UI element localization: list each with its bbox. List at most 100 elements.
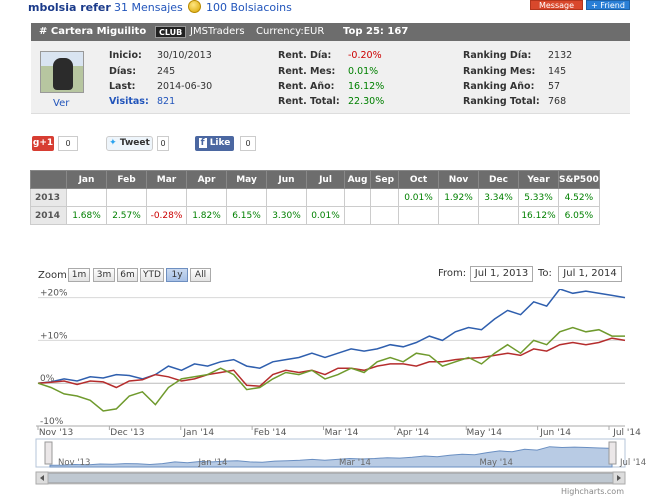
- return-cell: [478, 206, 519, 225]
- info-label: Inicio:: [109, 50, 142, 61]
- scrollbar-thumb: [47, 472, 614, 484]
- return-cell: [146, 188, 187, 207]
- highcharts-credit: Highcharts.com: [561, 487, 624, 496]
- return-value: 22.30%: [348, 96, 385, 107]
- avatar-figure: [53, 58, 73, 90]
- navigator-tick-label: Jul '14: [619, 458, 646, 468]
- return-cell: [226, 188, 267, 207]
- ranking-label: Ranking Día:: [463, 50, 532, 61]
- visits-label[interactable]: Visitas:: [109, 96, 149, 107]
- return-cell: 1.68%: [66, 206, 107, 225]
- add-friend-button[interactable]: + Friend: [586, 0, 630, 10]
- to-date-input[interactable]: Jul 1, 2014: [558, 266, 622, 282]
- return-value: 16.12%: [348, 81, 385, 92]
- info-label: Días:: [109, 66, 137, 77]
- top-bar: mbolsia refer 31 Mensajes 100 Bolsiacoin…: [0, 0, 650, 18]
- google-plus-button[interactable]: g+1: [32, 136, 54, 151]
- zoom-label: Zoom: [38, 270, 67, 281]
- tweet-label: Tweet: [119, 138, 150, 148]
- return-cell: 0.01%: [306, 206, 345, 225]
- return-cell: 6.05%: [558, 206, 600, 225]
- return-label: Rent. Mes:: [278, 66, 336, 77]
- coin-icon: [188, 0, 201, 13]
- like-count: 0: [240, 136, 256, 151]
- year-cell: 2013: [30, 188, 67, 207]
- return-cell: [438, 206, 479, 225]
- info-label: Last:: [109, 81, 136, 92]
- x-tick-label: Jun '14: [539, 428, 571, 438]
- messages-link[interactable]: 31 Mensajes: [114, 1, 183, 14]
- table-header-row: Jan Feb Mar Apr May Jun Jul Aug Sep Oct Nov Dec Year…: [30, 170, 600, 189]
- zoom-button-all[interactable]: All: [190, 268, 211, 282]
- portfolio-summary: Ver Inicio: 30/10/2013 Días: 245 Last: 2…: [31, 41, 630, 114]
- username-link[interactable]: mbolsia refer: [28, 1, 111, 14]
- return-cell: [306, 188, 345, 207]
- top-ranking: Top 25: 167: [343, 26, 409, 37]
- return-label: Rent. Año:: [278, 81, 335, 92]
- return-cell: 1.82%: [186, 206, 227, 225]
- column-header: Jun: [266, 170, 307, 189]
- return-cell: [266, 188, 307, 207]
- club-badge: CLUB: [155, 26, 187, 38]
- zoom-button-1m[interactable]: 1m: [68, 268, 90, 282]
- column-header: [30, 170, 67, 189]
- navigator-tick-label: Jan '14: [198, 458, 228, 468]
- tweet-button[interactable]: ✦ Tweet: [106, 136, 153, 151]
- message-button[interactable]: Message: [530, 0, 583, 10]
- return-cell: -0.28%: [146, 206, 187, 225]
- from-date-input[interactable]: Jul 1, 2013: [470, 266, 533, 282]
- column-header: Feb: [106, 170, 147, 189]
- return-cell: [370, 206, 399, 225]
- x-tick-label: Feb '14: [254, 428, 287, 438]
- return-cell: 4.52%: [558, 188, 600, 207]
- return-cell: 3.30%: [266, 206, 307, 225]
- return-cell: [344, 188, 371, 207]
- ranking-value: 2132: [548, 50, 573, 61]
- facebook-like-button[interactable]: f Like: [195, 136, 234, 151]
- column-header: Oct: [398, 170, 439, 189]
- x-tick-label: Jan '14: [182, 428, 214, 438]
- monthly-returns-table: Jan Feb Mar Apr May Jun Jul Aug Sep Oct Nov Dec Year…: [30, 170, 600, 225]
- zoom-button-3m[interactable]: 3m: [93, 268, 115, 282]
- year-cell: 2014: [30, 206, 67, 225]
- return-label: Rent. Total:: [278, 96, 340, 107]
- navigator-tick-label: Nov '13: [58, 458, 90, 468]
- ranking-label: Ranking Mes:: [463, 66, 536, 77]
- bolsiacoins-link[interactable]: 100 Bolsiacoins: [206, 1, 292, 14]
- from-label: From:: [438, 268, 467, 279]
- view-profile-link[interactable]: Ver: [53, 98, 69, 109]
- avatar[interactable]: [40, 51, 84, 93]
- navigator-handle-right: [608, 441, 617, 465]
- column-header: Dec: [478, 170, 519, 189]
- twitter-bird-icon: ✦: [109, 138, 117, 148]
- navigator-tick-label: Mar '14: [339, 458, 371, 468]
- navigator-handle-left: [44, 441, 53, 465]
- zoom-button-6m[interactable]: 6m: [117, 268, 138, 282]
- x-tick-label: Dec '13: [110, 428, 144, 438]
- y-tick-label: +20%: [40, 289, 68, 299]
- info-inicio: Inicio:: [109, 50, 142, 61]
- ranking-value: 145: [548, 66, 567, 77]
- facebook-icon: f: [198, 138, 207, 148]
- portfolio-header: # Cartera Miguilito CLUB JMSTraders Curr…: [31, 23, 630, 41]
- return-cell: 3.34%: [478, 188, 519, 207]
- currency-label: Currency:EUR: [256, 26, 325, 37]
- column-header: Mar: [146, 170, 187, 189]
- return-value: -0.20%: [348, 50, 382, 61]
- zoom-button-ytd[interactable]: YTD: [140, 268, 164, 282]
- x-tick-label: Jul '14: [612, 428, 641, 438]
- series-line-2: [37, 337, 626, 389]
- x-tick-label: Apr '14: [397, 428, 430, 438]
- info-value: 30/10/2013: [157, 50, 212, 61]
- like-label: Like: [209, 138, 231, 148]
- return-cell: [344, 206, 371, 225]
- zoom-button-1y[interactable]: 1y: [166, 268, 188, 282]
- column-header: Year: [518, 170, 559, 189]
- group-name[interactable]: JMSTraders: [190, 23, 245, 41]
- y-tick-label: +10%: [40, 331, 68, 341]
- return-cell: [398, 206, 439, 225]
- navigator-tick-label: May '14: [480, 458, 513, 468]
- return-cell: [106, 188, 147, 207]
- column-header: Nov: [438, 170, 479, 189]
- return-cell: 5.33%: [518, 188, 559, 207]
